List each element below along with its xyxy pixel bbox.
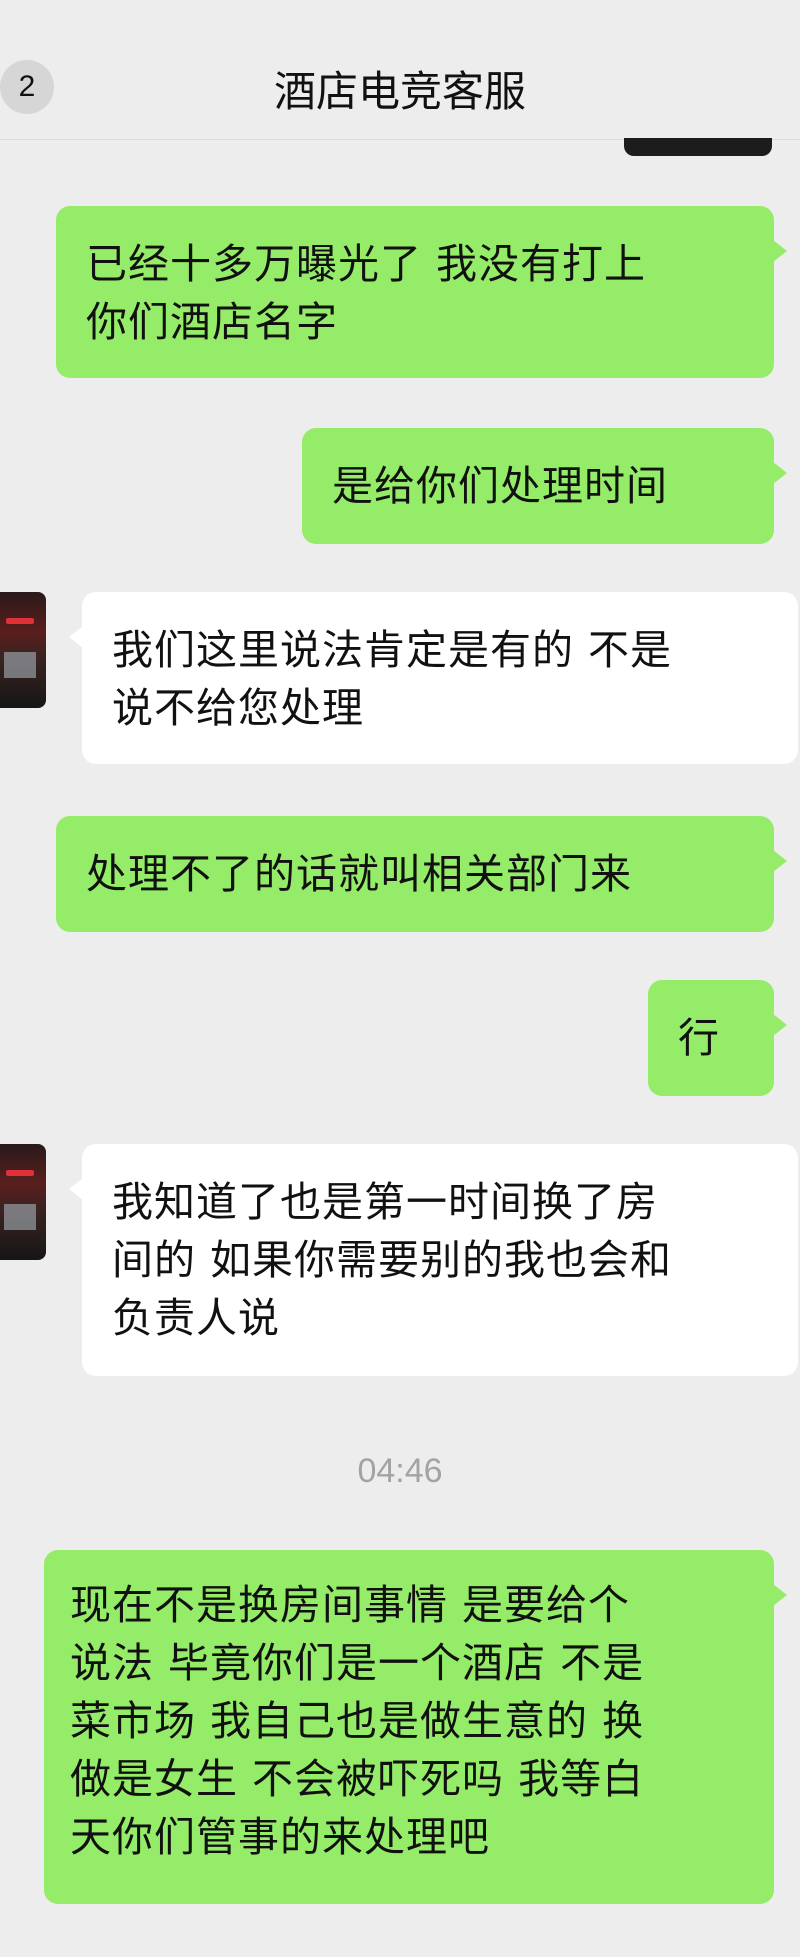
message-line: 负责人说 [112,1294,280,1342]
message-line: 菜市场 我自己也是做生意的 换 [70,1697,645,1745]
message-line: 是给你们处理时间 [332,462,668,510]
bubble-tail [773,850,787,872]
bubble-tail [773,240,787,262]
bubble-tail [773,1014,787,1036]
previous-media-thumbnail[interactable] [624,138,772,156]
message-line: 我知道了也是第一时间换了房 [112,1178,658,1226]
message-line: 你们酒店名字 [86,298,338,346]
message-bubble-incoming[interactable]: 我知道了也是第一时间换了房 间的 如果你需要别的我也会和 负责人说 [69,1144,798,1376]
bubble-tail [69,626,83,648]
message-bubble-outgoing[interactable]: 处理不了的话就叫相关部门来 [56,816,787,932]
message-timestamp: 04:46 [357,1452,443,1490]
message-bubble-outgoing[interactable]: 行 [648,980,787,1096]
message-line: 说法 毕竟你们是一个酒店 不是 [70,1639,645,1687]
message-bubble-outgoing[interactable]: 已经十多万曝光了 我没有打上 你们酒店名字 [56,206,787,378]
message-line: 做是女生 不会被吓死吗 我等白 [70,1755,645,1803]
contact-avatar[interactable] [0,592,46,708]
chat-header: 2 酒店电竞客服 [0,0,800,140]
message-line: 间的 如果你需要别的我也会和 [112,1236,673,1284]
message-bubble-outgoing[interactable]: 是给你们处理时间 [302,428,787,544]
bubble-tail [69,1178,83,1200]
bubble-tail [773,462,787,484]
message-line: 我们这里说法肯定是有的 不是 [112,626,673,674]
message-bubble-outgoing[interactable]: 现在不是换房间事情 是要给个 说法 毕竟你们是一个酒店 不是 菜市场 我自己也是… [44,1550,787,1904]
message-bubble-incoming[interactable]: 我们这里说法肯定是有的 不是 说不给您处理 [69,592,798,764]
message-line: 已经十多万曝光了 我没有打上 [86,240,647,288]
bubble-tail [773,1584,787,1606]
message-line: 天你们管事的来处理吧 [70,1813,490,1861]
message-line: 现在不是换房间事情 是要给个 [70,1581,631,1629]
message-line: 行 [678,1014,720,1062]
message-line: 说不给您处理 [112,684,364,732]
message-line: 处理不了的话就叫相关部门来 [86,850,632,898]
chat-title: 酒店电竞客服 [273,67,526,116]
contact-avatar[interactable] [0,1144,46,1260]
